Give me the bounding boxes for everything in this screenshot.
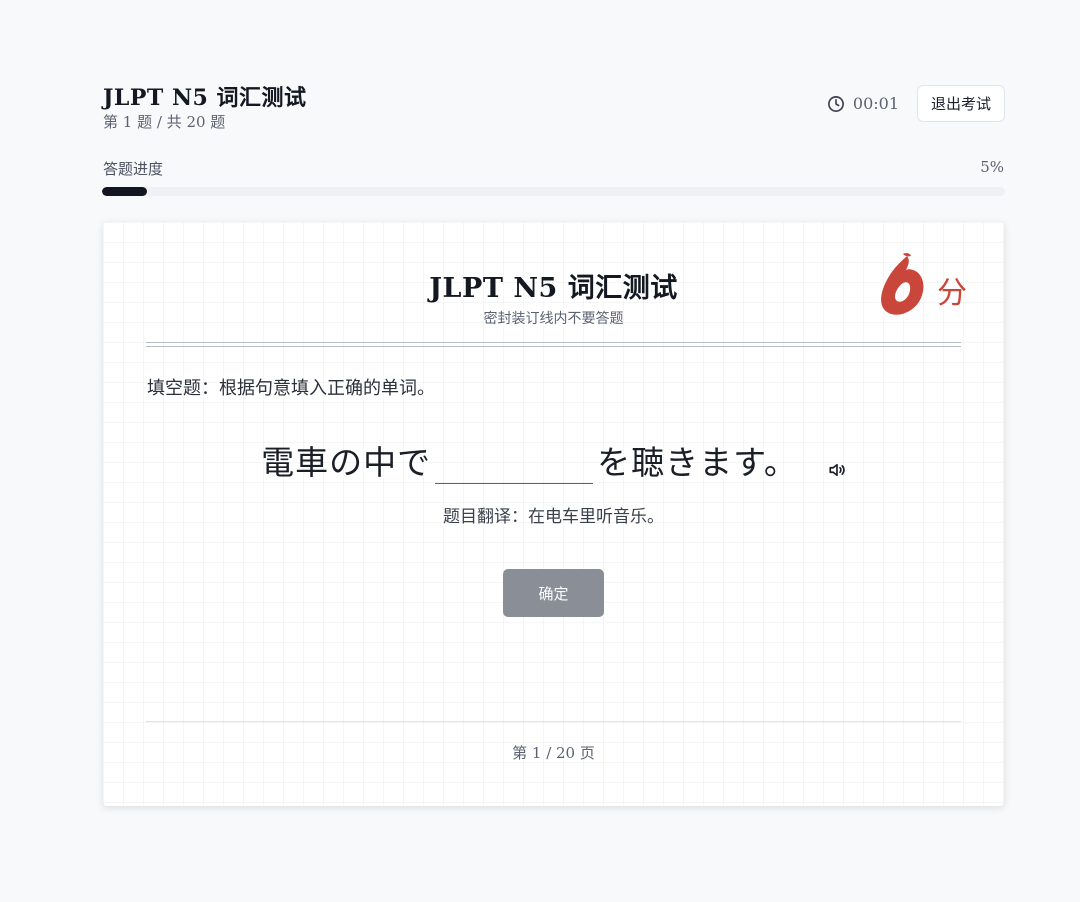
timer-value: 00:01	[852, 94, 899, 113]
confirm-button[interactable]: 确定	[503, 569, 604, 617]
score-stamp: 分	[873, 250, 973, 322]
speaker-icon[interactable]	[828, 462, 846, 478]
question-counter: 第 1 题 / 共 20 题	[103, 113, 226, 131]
progress-percent: 5%	[980, 158, 1004, 176]
progress-bar	[102, 187, 1005, 196]
page-number: 第 1 / 20 页	[512, 744, 595, 762]
paper-title: JLPT N5 词汇测试	[429, 273, 678, 304]
footer-divider	[146, 721, 961, 722]
page-title: JLPT N5 词汇测试	[103, 85, 307, 111]
sentence-before: 電車の中で	[261, 443, 432, 482]
exam-paper: JLPT N5 词汇测试 密封装订线内不要答题 分 填空题：根据句意填入正确的单…	[103, 222, 1004, 806]
question-translation: 题目翻译：在电车里听音乐。	[443, 507, 664, 527]
seal-line-notice: 密封装订线内不要答题	[483, 311, 624, 327]
progress-label: 答题进度	[103, 160, 164, 178]
question-sentence: 電車の中で を聴きます。	[103, 436, 1004, 484]
answer-blank[interactable]	[435, 441, 594, 484]
exam-header: JLPT N5 词汇测试 第 1 题 / 共 20 题 00:01 退出考试	[103, 80, 1005, 136]
exit-exam-button[interactable]: 退出考试	[917, 85, 1005, 122]
question-instruction: 填空题：根据句意填入正确的单词。	[147, 378, 435, 399]
timer: 00:01	[827, 94, 899, 113]
seal-line-divider	[146, 342, 961, 347]
progress-bar-fill	[102, 187, 148, 196]
score-unit: 分	[937, 276, 967, 311]
sentence-after: を聴きます。	[597, 443, 798, 482]
clock-icon	[827, 95, 845, 113]
score-value-drawing	[881, 252, 924, 315]
